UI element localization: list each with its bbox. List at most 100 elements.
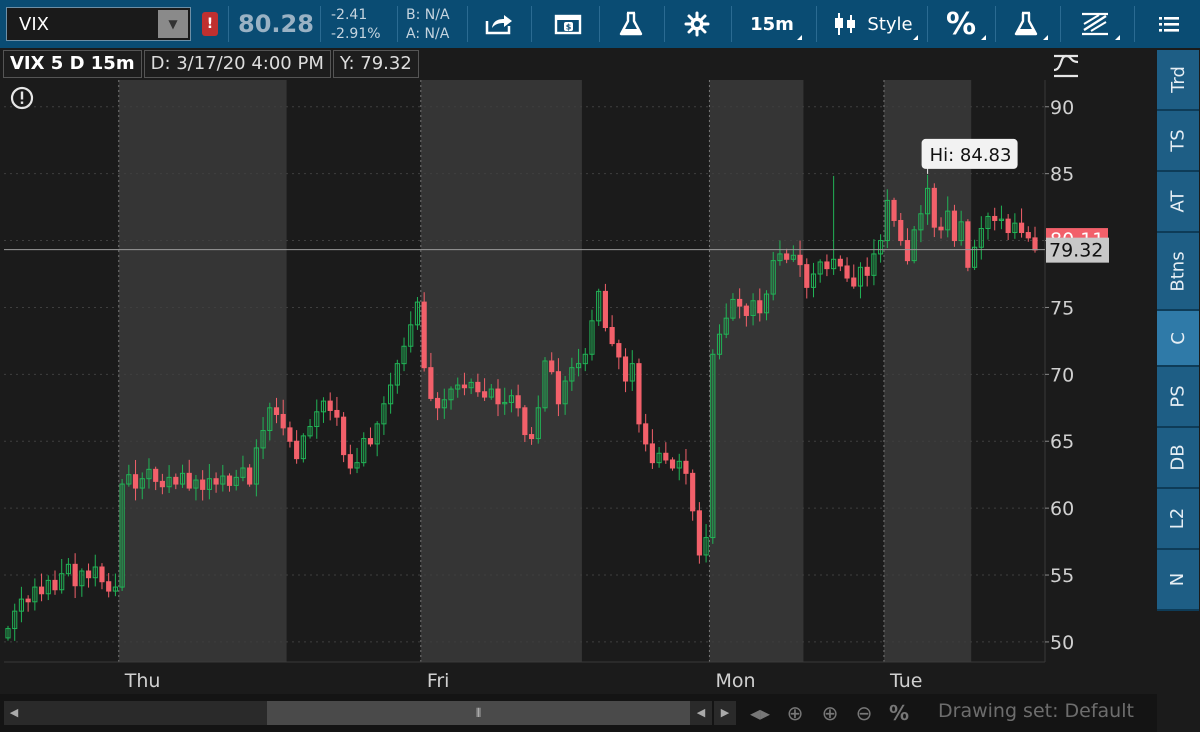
zoom-out-icon[interactable]: ⊖ — [850, 701, 878, 725]
window-settings-icon: $ — [554, 14, 582, 35]
toolbar-divider — [731, 6, 732, 42]
percent-label: % — [945, 6, 977, 42]
toolbar-divider — [995, 6, 996, 42]
candle-body — [327, 400, 333, 411]
candle-body — [132, 474, 139, 489]
bid-value: B: N/A — [406, 7, 450, 23]
drawing-tools-button[interactable] — [1066, 0, 1124, 48]
symbol-text[interactable]: VIX — [7, 14, 158, 35]
tab-ps[interactable]: PS — [1157, 367, 1199, 428]
candle-body — [273, 407, 280, 415]
toolbar-divider — [228, 6, 229, 42]
y-tick-label: 70 — [1050, 364, 1074, 386]
tab-n[interactable]: N — [1157, 550, 1199, 611]
chart-title: VIX 5 D 15m — [3, 50, 142, 78]
tab-label: PS — [1167, 385, 1189, 408]
tab-btns[interactable]: Btns — [1157, 233, 1199, 311]
svg-text:$: $ — [566, 23, 572, 32]
zoom-in-icon[interactable]: ⊕ — [816, 701, 844, 725]
caret-icon — [981, 35, 986, 40]
percent-zoom-icon[interactable]: % — [884, 701, 914, 725]
candle-body — [153, 468, 159, 482]
y-tick-label: 55 — [1050, 565, 1074, 587]
candle-body — [609, 327, 615, 345]
y-readout: Y: 79.32 — [332, 50, 419, 78]
y-tick-label: 65 — [1050, 431, 1074, 453]
candle-body — [743, 305, 749, 316]
pan-arrows-icon[interactable]: ◂▸ — [744, 701, 776, 725]
candle-body — [99, 566, 105, 583]
toolbar-divider — [599, 6, 600, 42]
bottom-toolbar: ◀ ⦀ ◀ ▶ ◂▸ ⊕ ⊕ ⊖ % Drawing set: Default — [0, 694, 1157, 732]
candle-body — [247, 467, 253, 485]
y-tick-label: 60 — [1050, 498, 1074, 520]
candle-body — [52, 579, 58, 591]
candle-body — [690, 472, 696, 512]
toolbar-divider — [397, 6, 398, 42]
tab-c[interactable]: C — [1157, 311, 1199, 367]
x-tick-label: Mon — [715, 670, 755, 692]
tab-ts[interactable]: TS — [1157, 111, 1199, 172]
percent-button[interactable]: % — [932, 0, 990, 48]
candle-body — [482, 391, 488, 398]
scroll-next-button[interactable]: ▶ — [714, 701, 736, 725]
style-button[interactable]: Style — [822, 0, 922, 48]
y-tick-label: 90 — [1050, 97, 1074, 119]
candle-body — [522, 407, 528, 436]
candle-body — [844, 265, 850, 279]
chart-settings-button[interactable]: $ — [540, 0, 596, 48]
timeframe-button[interactable]: 15m — [738, 0, 806, 48]
candle-body — [421, 301, 427, 369]
candle-body — [649, 443, 655, 464]
scroll-prev-button[interactable]: ◀ — [690, 701, 712, 725]
menu-button[interactable] — [1140, 0, 1198, 48]
candle-body — [294, 440, 300, 460]
tab-label: Trd — [1167, 66, 1189, 93]
price-change: -2.41 -2.91% — [331, 6, 381, 44]
candle-body — [683, 460, 689, 474]
tab-at[interactable]: AT — [1157, 172, 1199, 233]
studies-button[interactable] — [608, 0, 654, 48]
candle-body — [891, 199, 897, 221]
toolbar-divider — [1060, 6, 1061, 42]
tab-trd[interactable]: Trd — [1157, 50, 1199, 111]
tab-label: Btns — [1167, 250, 1189, 292]
candlestick-icon — [835, 13, 856, 35]
chart-header: VIX 5 D 15m D: 3/17/20 4:00 PM Y: 79.32 — [3, 50, 421, 78]
scale-toggle-icon[interactable] — [1051, 50, 1083, 80]
share-button[interactable] — [474, 0, 524, 48]
y-tick-label: 50 — [1050, 632, 1074, 654]
candle-body — [428, 367, 434, 399]
chevron-down-icon[interactable]: ▼ — [158, 10, 188, 38]
candle-body — [72, 563, 78, 587]
price-chart[interactable]: 505560657075808590 ThuFriMonTue 80.1179.… — [0, 48, 1157, 694]
candle-body — [334, 409, 340, 418]
gear-icon — [684, 11, 710, 37]
tab-db[interactable]: DB — [1157, 428, 1199, 489]
scroll-left-button[interactable]: ◀ — [4, 701, 24, 725]
timeframe-label: 15m — [750, 13, 794, 35]
candle-body — [951, 210, 958, 242]
x-tick-label: Tue — [889, 670, 922, 692]
tab-l2[interactable]: L2 — [1157, 489, 1199, 550]
candle-body — [602, 290, 608, 329]
candle-body — [435, 397, 441, 409]
candle-body — [616, 343, 622, 358]
alert-badge[interactable]: ! — [202, 12, 218, 36]
price-axis: 505560657075808590 — [1045, 97, 1074, 654]
candle-body — [200, 479, 206, 490]
drawing-set-label[interactable]: Drawing set: Default — [938, 700, 1134, 722]
caret-icon — [913, 35, 918, 40]
tab-label: N — [1167, 572, 1189, 587]
studies-menu-button[interactable] — [1000, 0, 1052, 48]
crosshair-icon[interactable]: ⊕ — [782, 701, 808, 725]
candle-body — [636, 363, 642, 425]
candle-body — [25, 598, 31, 603]
symbol-selector[interactable]: VIX ▼ — [6, 7, 191, 41]
candle-body — [864, 266, 870, 276]
candle-body — [669, 459, 676, 469]
scrollbar-thumb[interactable]: ⦀ — [267, 701, 690, 725]
settings-button[interactable] — [672, 0, 722, 48]
candle-body — [475, 381, 481, 393]
candle-body — [495, 388, 501, 405]
